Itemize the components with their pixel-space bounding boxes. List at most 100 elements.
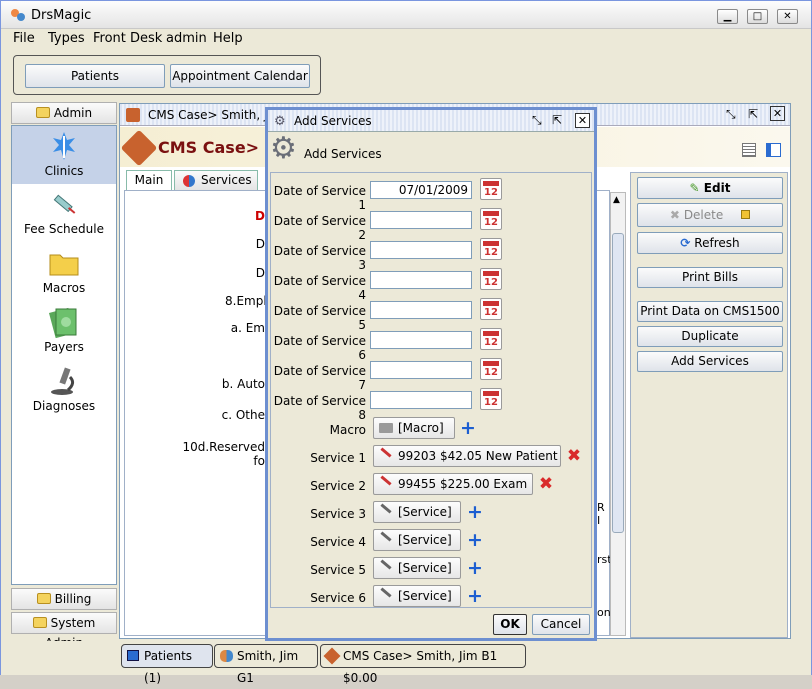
sidebar-header-admin[interactable]: Admin bbox=[11, 102, 117, 124]
caduceus-icon bbox=[53, 132, 75, 160]
close-button[interactable]: ✕ bbox=[777, 9, 798, 24]
add-service-5-plus-icon[interactable]: + bbox=[467, 559, 483, 578]
minimize-button[interactable]: ▁ bbox=[717, 9, 738, 24]
sidebar-item-clinics[interactable]: Clinics bbox=[12, 126, 116, 184]
add-services-button[interactable]: Add Services bbox=[637, 351, 783, 372]
task-smith-jim[interactable]: Smith, Jim G1 bbox=[214, 644, 318, 685]
service-label-3: Service 3 bbox=[310, 507, 366, 521]
maximize-button[interactable]: □ bbox=[747, 9, 768, 24]
calendar-icon[interactable] bbox=[480, 358, 502, 380]
syringe-icon bbox=[380, 559, 392, 570]
sidebar-header-label: Admin bbox=[53, 106, 93, 120]
calendar-icon[interactable] bbox=[480, 238, 502, 260]
service-label-6: Service 6 bbox=[310, 591, 366, 605]
menu-help[interactable]: Help bbox=[213, 31, 243, 46]
folder-icon bbox=[32, 617, 47, 628]
form-label: D bbox=[255, 266, 265, 280]
ok-button[interactable]: OK bbox=[493, 614, 527, 635]
calendar-icon[interactable] bbox=[480, 298, 502, 320]
service-2-select[interactable]: 99455 $225.00 Exam bbox=[373, 473, 533, 495]
folder-icon bbox=[379, 423, 393, 433]
duplicate-button[interactable]: Duplicate bbox=[637, 326, 783, 347]
remove-service-2-icon[interactable]: ✖ bbox=[538, 476, 554, 493]
calendar-icon[interactable] bbox=[480, 328, 502, 350]
app-logo-icon bbox=[10, 8, 26, 22]
print-cms1500-button[interactable]: Print Data on CMS1500 bbox=[637, 301, 783, 322]
menu-file[interactable]: File bbox=[13, 31, 35, 46]
panel-view-icon[interactable] bbox=[766, 143, 781, 157]
close-icon[interactable]: ✕ bbox=[770, 106, 785, 121]
task-label: Patients (1) bbox=[144, 649, 193, 685]
remove-service-1-icon[interactable]: ✖ bbox=[566, 448, 582, 465]
case-scrollbar[interactable]: ▲ bbox=[610, 192, 626, 636]
date-label-2: Date of Service 2 bbox=[273, 214, 366, 242]
service-6-select[interactable]: [Service] bbox=[373, 585, 461, 607]
date-label-3: Date of Service 3 bbox=[273, 244, 366, 272]
date-of-service-6-input[interactable] bbox=[370, 331, 472, 349]
appointment-calendar-button[interactable]: Appointment Calendar bbox=[170, 64, 310, 88]
syringe-icon bbox=[380, 447, 392, 458]
sidebar-item-macros[interactable]: Macros bbox=[12, 247, 116, 305]
sidebar-item-fee-schedule[interactable]: Fee Schedule bbox=[12, 188, 116, 246]
print-bills-button[interactable]: Print Bills bbox=[637, 267, 783, 288]
macro-select[interactable]: [Macro] bbox=[373, 417, 455, 439]
syringe-icon bbox=[380, 475, 392, 486]
app-title: DrsMagic bbox=[31, 8, 92, 23]
cancel-button[interactable]: Cancel bbox=[532, 614, 590, 635]
service-value: [Service] bbox=[398, 533, 452, 547]
menu-types[interactable]: Types bbox=[48, 31, 85, 46]
date-of-service-1-input[interactable]: 07/01/2009 bbox=[370, 181, 472, 199]
add-service-3-plus-icon[interactable]: + bbox=[467, 503, 483, 522]
sidebar-item-payers[interactable]: Payers bbox=[12, 306, 116, 364]
restore-icon[interactable]: ⤡ bbox=[532, 113, 542, 128]
form-label: a. Em bbox=[230, 321, 265, 335]
patients-button[interactable]: Patients bbox=[25, 64, 165, 88]
restore-icon[interactable]: ⤡ bbox=[726, 107, 736, 122]
maximize-icon[interactable]: ⇱ bbox=[552, 113, 562, 127]
date-of-service-8-input[interactable] bbox=[370, 391, 472, 409]
form-label: 8.Employm bbox=[225, 294, 293, 308]
sidebar-item-diagnoses[interactable]: Diagnoses bbox=[12, 365, 116, 423]
form-label: c. Othe bbox=[221, 408, 265, 422]
list-view-icon[interactable] bbox=[742, 143, 756, 157]
tab-main[interactable]: Main bbox=[126, 170, 172, 190]
tab-services[interactable]: Services bbox=[174, 170, 258, 190]
form-label: b. Auto bbox=[221, 377, 265, 391]
refresh-button[interactable]: ⟳ Refresh bbox=[637, 232, 783, 254]
pills-icon bbox=[183, 175, 195, 187]
edit-button[interactable]: ✎ Edit bbox=[637, 177, 783, 199]
date-of-service-7-input[interactable] bbox=[370, 361, 472, 379]
add-service-6-plus-icon[interactable]: + bbox=[467, 587, 483, 606]
date-of-service-4-input[interactable] bbox=[370, 271, 472, 289]
service-3-select[interactable]: [Service] bbox=[373, 501, 461, 523]
pencil-icon: ✎ bbox=[689, 181, 700, 195]
calendar-icon[interactable] bbox=[480, 178, 502, 200]
actions-panel: ✎ Edit ✖ Delete ⟳ Refresh Print Bills Pr… bbox=[630, 172, 788, 638]
scroll-thumb[interactable] bbox=[612, 233, 624, 533]
sidebar: Clinics Fee Schedule Macros Payers Diagn… bbox=[11, 125, 117, 585]
calendar-icon[interactable] bbox=[480, 268, 502, 290]
maximize-icon[interactable]: ⇱ bbox=[748, 107, 758, 121]
date-of-service-5-input[interactable] bbox=[370, 301, 472, 319]
sidebar-header-billing[interactable]: Billing bbox=[11, 588, 117, 610]
add-service-4-plus-icon[interactable]: + bbox=[467, 531, 483, 550]
gear-icon: ⚙ bbox=[274, 114, 286, 129]
sidebar-header-system-admin[interactable]: System Admin bbox=[11, 612, 117, 650]
service-1-select[interactable]: 99203 $42.05 New Patient bbox=[373, 445, 561, 467]
date-of-service-3-input[interactable] bbox=[370, 241, 472, 259]
scroll-up-icon[interactable]: ▲ bbox=[613, 195, 620, 205]
menu-admin[interactable]: admin bbox=[166, 31, 207, 46]
menu-front-desk[interactable]: Front Desk bbox=[93, 31, 162, 46]
task-cms-case[interactable]: CMS Case> Smith, Jim B1 $0.00 bbox=[320, 644, 526, 685]
service-label-5: Service 5 bbox=[310, 563, 366, 577]
add-macro-plus-icon[interactable]: + bbox=[460, 419, 476, 438]
service-5-select[interactable]: [Service] bbox=[373, 557, 461, 579]
delete-button[interactable]: ✖ Delete bbox=[637, 203, 783, 227]
calendar-icon[interactable] bbox=[480, 208, 502, 230]
sidebar-item-label: Diagnoses bbox=[32, 399, 96, 413]
service-4-select[interactable]: [Service] bbox=[373, 529, 461, 551]
close-icon[interactable]: ✕ bbox=[575, 113, 590, 128]
date-of-service-2-input[interactable] bbox=[370, 211, 472, 229]
calendar-icon[interactable] bbox=[480, 388, 502, 410]
task-patients[interactable]: Patients (1) bbox=[121, 644, 213, 685]
